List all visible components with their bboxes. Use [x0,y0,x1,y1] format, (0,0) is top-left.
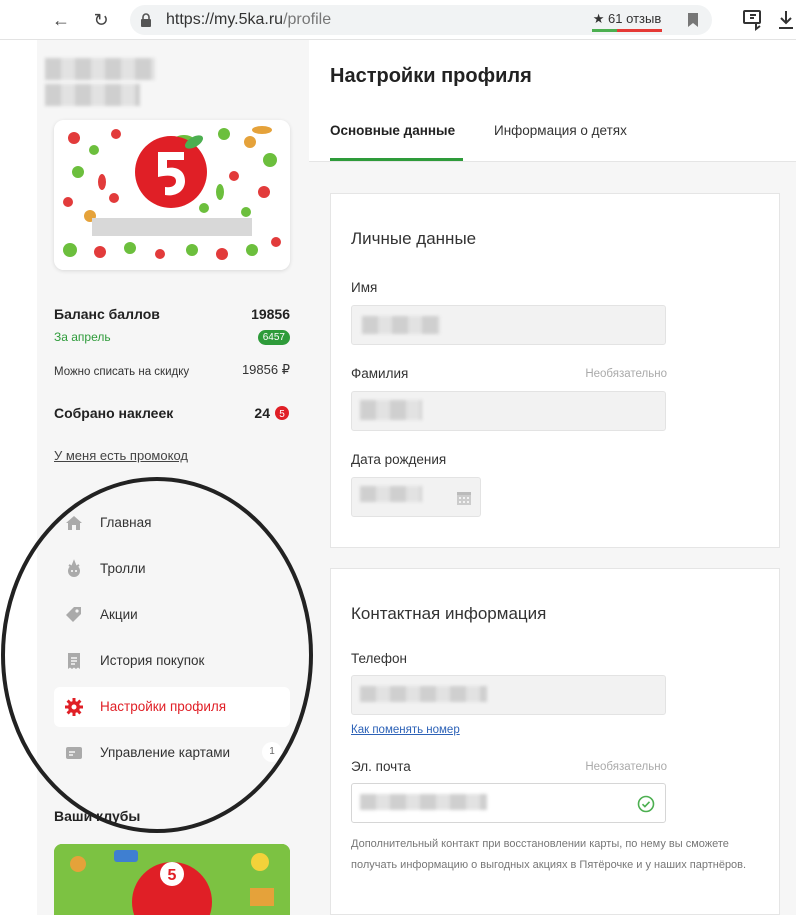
discount-row: Можно списать на скидку 19856 ₽ [54,362,290,378]
contact-info-panel: Контактная информация Телефон Как поменя… [330,568,780,915]
tab-children-info[interactable]: Информация о детях [494,123,627,138]
stickers-label: Собрано наклеек [54,405,174,421]
email-optional-hint: Необязательно [585,761,667,773]
svg-text:5: 5 [168,867,177,884]
sidebar-item-label: Настройки профиля [100,699,227,714]
profile-sidebar: Баланс баллов 19856 За апрель 6457 Можно… [37,40,309,915]
surname-optional-hint: Необязательно [585,368,667,380]
url-path: /profile [283,11,332,28]
bookmark-icon[interactable] [686,12,700,28]
sidebar-item-card-management[interactable]: Управление картами 1 [54,733,290,773]
sidebar-item-label: Главная [100,515,152,530]
reviews-rating-bar [592,29,662,32]
back-arrow-icon[interactable]: ← [50,9,72,31]
email-field[interactable] [351,783,666,823]
clubs-title: Ваши клубы [54,808,141,824]
phone-value-redacted [360,686,487,702]
sidebar-item-purchase-history[interactable]: История покупок [54,641,290,681]
personal-data-panel: Личные данные Имя Фамилия Необязательно … [330,193,780,548]
email-value-redacted [360,794,487,810]
loyalty-card[interactable] [54,120,290,270]
page-title: Настройки профиля [330,65,532,87]
reload-icon[interactable]: ↻ [90,9,112,31]
email-note: Дополнительный контакт при восстановлени… [351,838,747,871]
discount-value: 19856 ₽ [241,362,290,377]
club-banner-artwork: 5 [54,844,290,915]
receipt-icon [68,653,80,669]
page-header: Настройки профиля Основные данные Информ… [309,40,796,162]
tag-icon [66,607,81,622]
sidebar-item-home[interactable]: Главная [54,503,290,543]
lock-icon [141,13,151,27]
download-icon[interactable] [774,8,796,32]
period-label: За апрель [54,330,111,344]
troll-icon [68,559,80,577]
phone-label: Телефон [351,651,408,666]
surname-field[interactable] [351,391,666,431]
browser-toolbar: ← ↻ https://my.5ka.ru/profile ★ 61 отзыв [0,0,796,40]
stickers-value: 24 [254,405,270,421]
card-number-redacted [92,218,252,236]
promo-code-link[interactable]: У меня есть промокод [54,448,188,463]
tab-basic-data[interactable]: Основные данные [330,123,455,138]
star-icon: ★ [592,11,605,26]
surname-value-redacted [360,400,422,420]
discount-label: Можно списать на скидку [54,366,190,378]
feedback-icon[interactable] [742,8,766,32]
url-text: https://my.5ka.ru/profile [166,11,331,29]
sidebar-item-label: История покупок [100,653,205,668]
contact-info-title: Контактная информация [351,604,547,623]
phone-field[interactable] [351,675,666,715]
birth-date-redacted [360,486,422,502]
balance-value: 19856 [251,306,290,322]
sidebar-item-label: Тролли [100,561,146,576]
change-number-link[interactable]: Как поменять номер [351,724,460,736]
calendar-icon[interactable] [456,490,472,506]
reviews-badge[interactable]: ★ 61 отзыв [592,10,662,32]
main-content: Настройки профиля Основные данные Информ… [309,40,796,915]
user-name-redacted-line2 [45,84,140,106]
name-field[interactable] [351,305,666,345]
check-circle-icon [637,795,655,813]
sticker-icon: 5 [275,406,289,420]
promo-row: У меня есть промокод [54,447,290,463]
period-badge: 6457 [257,330,290,345]
card-icon [66,747,82,759]
personal-data-title: Личные данные [351,229,477,248]
cards-count-badge: 1 [262,742,282,762]
balance-label: Баланс баллов [54,306,160,322]
reviews-count: 61 отзыв [608,11,662,26]
period-row: За апрель 6457 [54,330,290,345]
name-value-redacted [362,316,440,334]
url-base: https://my.5ka.ru [166,11,284,28]
birth-date-label: Дата рождения [351,452,447,467]
stickers-row: Собрано наклеек 24 5 [54,405,290,421]
sidebar-item-promotions[interactable]: Акции [54,595,290,635]
club-banner[interactable]: 5 [54,844,290,915]
active-tab-indicator [330,158,463,161]
svg-text:5: 5 [279,409,285,420]
user-name-redacted [45,58,155,80]
name-label: Имя [351,280,378,295]
address-bar[interactable]: https://my.5ka.ru/profile ★ 61 отзыв [130,5,712,35]
card-artwork [54,120,290,270]
screenshot-root: { "browser": { "url_base": "https://my.5… [0,0,796,915]
gear-icon [65,698,83,716]
birth-date-field[interactable] [351,477,481,517]
balance-row: Баланс баллов 19856 [54,306,290,322]
sidebar-item-label: Управление картами [100,745,231,760]
home-icon [66,516,82,530]
sidebar-item-trolls[interactable]: Тролли [54,549,290,589]
sidebar-item-label: Акции [100,607,138,622]
surname-label: Фамилия [351,366,409,381]
sidebar-item-profile-settings[interactable]: Настройки профиля [54,687,290,727]
email-label: Эл. почта [351,759,411,774]
